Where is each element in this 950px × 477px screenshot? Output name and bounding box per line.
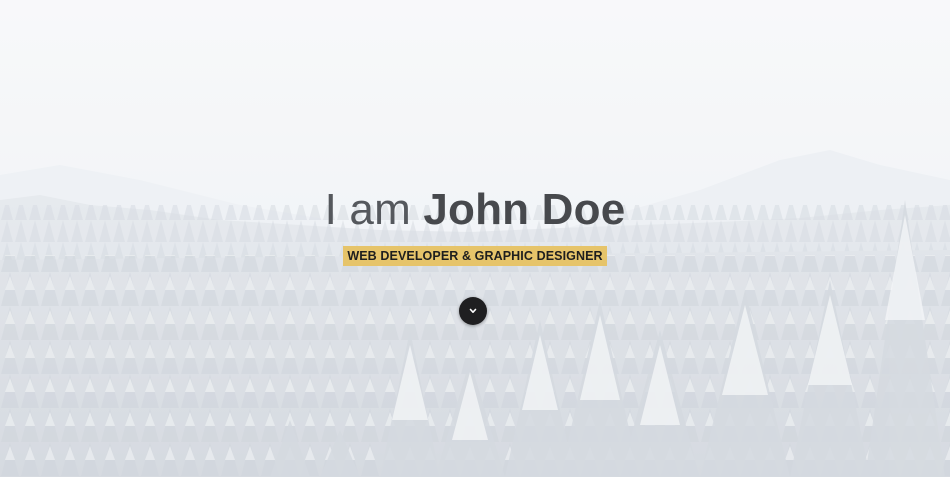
scroll-down-button[interactable] [459,297,487,325]
hero-title-prefix: I am [324,185,424,234]
hero-subtitle: WEB DEVELOPER & GRAPHIC DESIGNER [343,246,607,266]
hero-content: I am John Doe WEB DEVELOPER & GRAPHIC DE… [0,182,950,268]
hero-title-name: John Doe [423,185,626,234]
chevron-down-icon [469,308,477,313]
hero-section: I am John Doe WEB DEVELOPER & GRAPHIC DE… [0,0,950,477]
hero-title: I am John Doe [0,182,950,238]
